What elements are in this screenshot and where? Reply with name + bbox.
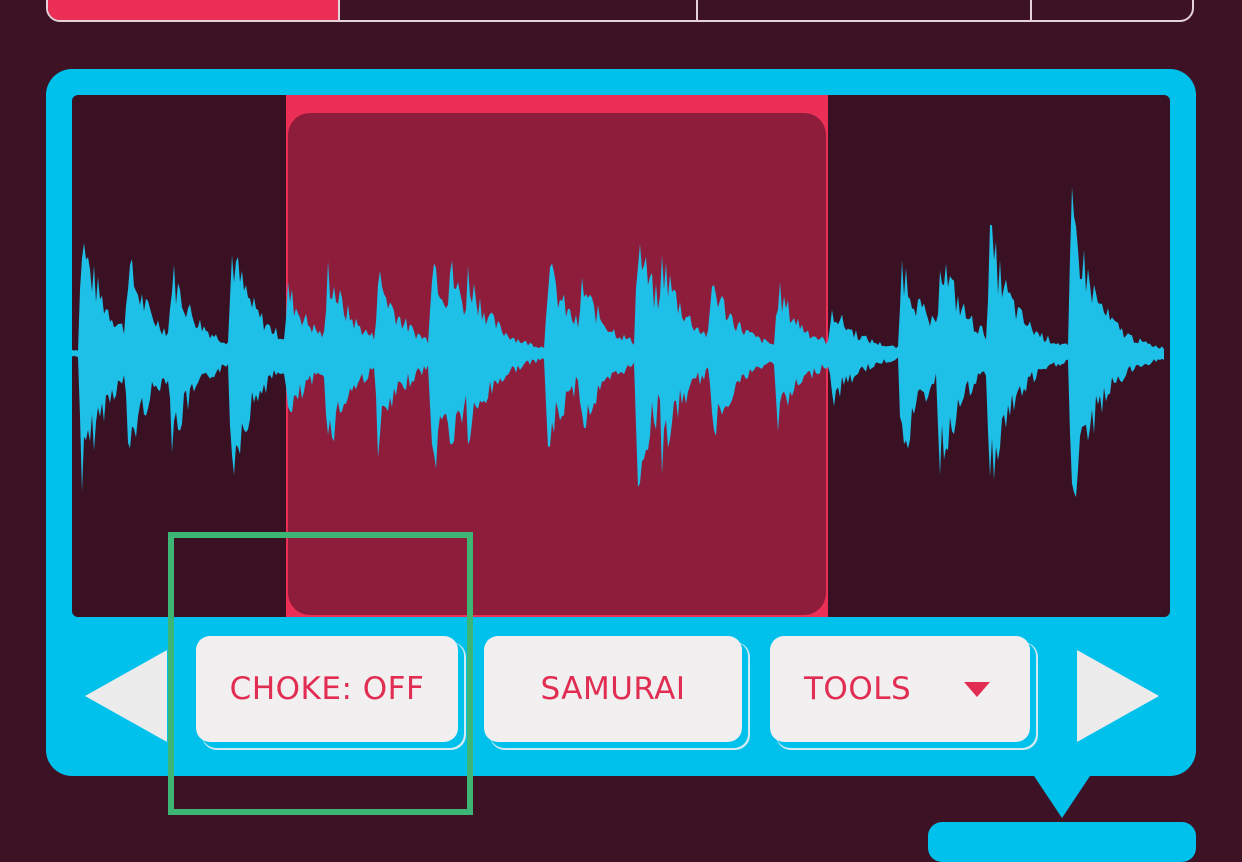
tools-dropdown[interactable]: TOOLS [770, 636, 1030, 742]
panel-pointer [1030, 770, 1094, 818]
top-tab-4[interactable] [1030, 0, 1192, 20]
choke-button[interactable]: CHOKE: OFF [196, 636, 458, 742]
previous-arrow-icon[interactable] [85, 650, 167, 742]
waveform-display[interactable] [72, 95, 1170, 617]
waveform [72, 186, 1164, 498]
samurai-button-label: SAMURAI [540, 671, 686, 707]
next-arrow-icon[interactable] [1077, 650, 1159, 742]
tools-dropdown-label: TOOLS [804, 671, 912, 707]
next-panel [928, 822, 1196, 862]
top-tab-bar [46, 0, 1194, 22]
caret-down-icon [964, 682, 990, 697]
samurai-button[interactable]: SAMURAI [484, 636, 742, 742]
top-tab-active[interactable] [48, 0, 338, 20]
top-tab-3[interactable] [696, 0, 1030, 20]
top-tab-2[interactable] [338, 0, 696, 20]
waveform-shape [72, 186, 1164, 498]
choke-button-label: CHOKE: OFF [229, 671, 425, 707]
